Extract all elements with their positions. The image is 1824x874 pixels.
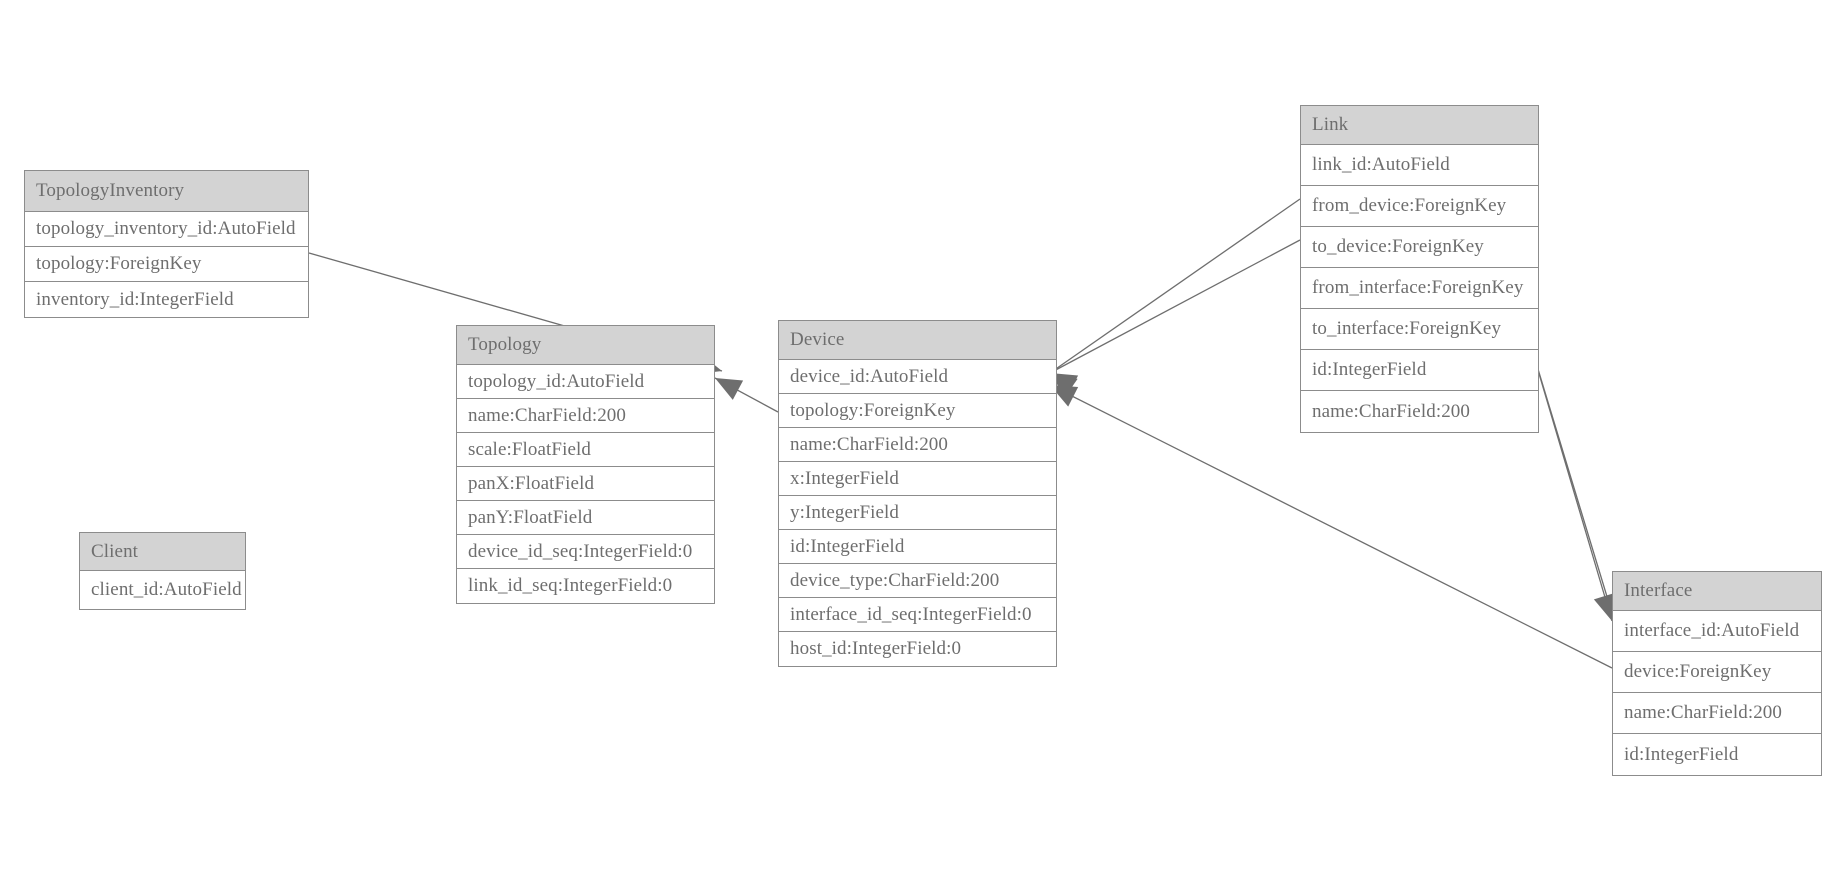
entity-box-interface[interactable]: Interface interface_id:AutoField device:Fo… — [1612, 571, 1822, 776]
entity-box-topology_inventory[interactable]: TopologyInventory topology_inventory_id:A… — [24, 170, 309, 318]
entity-field-row: panY:FloatField — [457, 501, 714, 535]
entity-field-row: topology_inventory_id:AutoField — [25, 212, 308, 247]
entity-field-row: interface_id:AutoField — [1613, 611, 1821, 652]
entity-field-row: link_id_seq:IntegerField:0 — [457, 569, 714, 603]
entity-field-row: topology:ForeignKey — [25, 247, 308, 282]
relation-line — [1049, 239, 1301, 374]
entity-field-row: from_device:ForeignKey — [1301, 186, 1538, 227]
relation-line — [1049, 198, 1301, 374]
entity-field-row: inventory_id:IntegerField — [25, 282, 308, 317]
entity-field-row: topology_id:AutoField — [457, 365, 714, 399]
entity-title-interface: Interface — [1613, 572, 1821, 611]
entity-box-topology[interactable]: Topology topology_id:AutoField name:CharFi… — [456, 325, 715, 604]
entity-field-row: from_interface:ForeignKey — [1301, 268, 1538, 309]
relation-device-topology — [714, 377, 779, 413]
entity-title-topology: Topology — [457, 326, 714, 365]
entity-field-row: device_type:CharField:200 — [779, 564, 1056, 598]
entity-field-row: y:IntegerField — [779, 496, 1056, 530]
entity-field-row: name:CharField:200 — [1613, 693, 1821, 734]
entity-field-row: name:CharField:200 — [779, 428, 1056, 462]
entity-title-topology_inventory: TopologyInventory — [25, 171, 308, 212]
entity-title-device: Device — [779, 321, 1056, 360]
entity-field-row: name:CharField:200 — [1301, 391, 1538, 432]
entity-field-row: to_interface:ForeignKey — [1301, 309, 1538, 350]
entity-box-device[interactable]: Device device_id:AutoField topology:Foreig… — [778, 320, 1057, 667]
entity-field-row: device_id_seq:IntegerField:0 — [457, 535, 714, 569]
entity-field-row: scale:FloatField — [457, 433, 714, 467]
relation-link-fromdevice-device — [1049, 198, 1301, 397]
entity-field-row: link_id:AutoField — [1301, 145, 1538, 186]
entity-field-row: interface_id_seq:IntegerField:0 — [779, 598, 1056, 632]
entity-field-row: id:IntegerField — [1613, 734, 1821, 775]
entity-title-link: Link — [1301, 106, 1538, 145]
relation-line — [714, 377, 779, 413]
entity-field-row: device:ForeignKey — [1613, 652, 1821, 693]
entity-box-client[interactable]: Client client_id:AutoField — [79, 532, 246, 610]
relation-link-todevice-device — [1049, 239, 1301, 395]
entity-box-link[interactable]: Link link_id:AutoField from_device:Foreign… — [1300, 105, 1539, 433]
entity-field-row: x:IntegerField — [779, 462, 1056, 496]
entity-title-client: Client — [80, 533, 245, 571]
entity-field-row: id:IntegerField — [779, 530, 1056, 564]
entity-field-row: topology:ForeignKey — [779, 394, 1056, 428]
diagram-canvas: TopologyInventory topology_inventory_id:A… — [0, 0, 1824, 874]
entity-field-row: host_id:IntegerField:0 — [779, 632, 1056, 666]
entity-field-row: panX:FloatField — [457, 467, 714, 501]
entity-field-row: id:IntegerField — [1301, 350, 1538, 391]
entity-field-row: device_id:AutoField — [779, 360, 1056, 394]
entity-field-row: to_device:ForeignKey — [1301, 227, 1538, 268]
entity-field-row: name:CharField:200 — [457, 399, 714, 433]
entity-field-row: client_id:AutoField — [80, 571, 245, 609]
relation-link-tointerface-interface — [1523, 322, 1618, 624]
